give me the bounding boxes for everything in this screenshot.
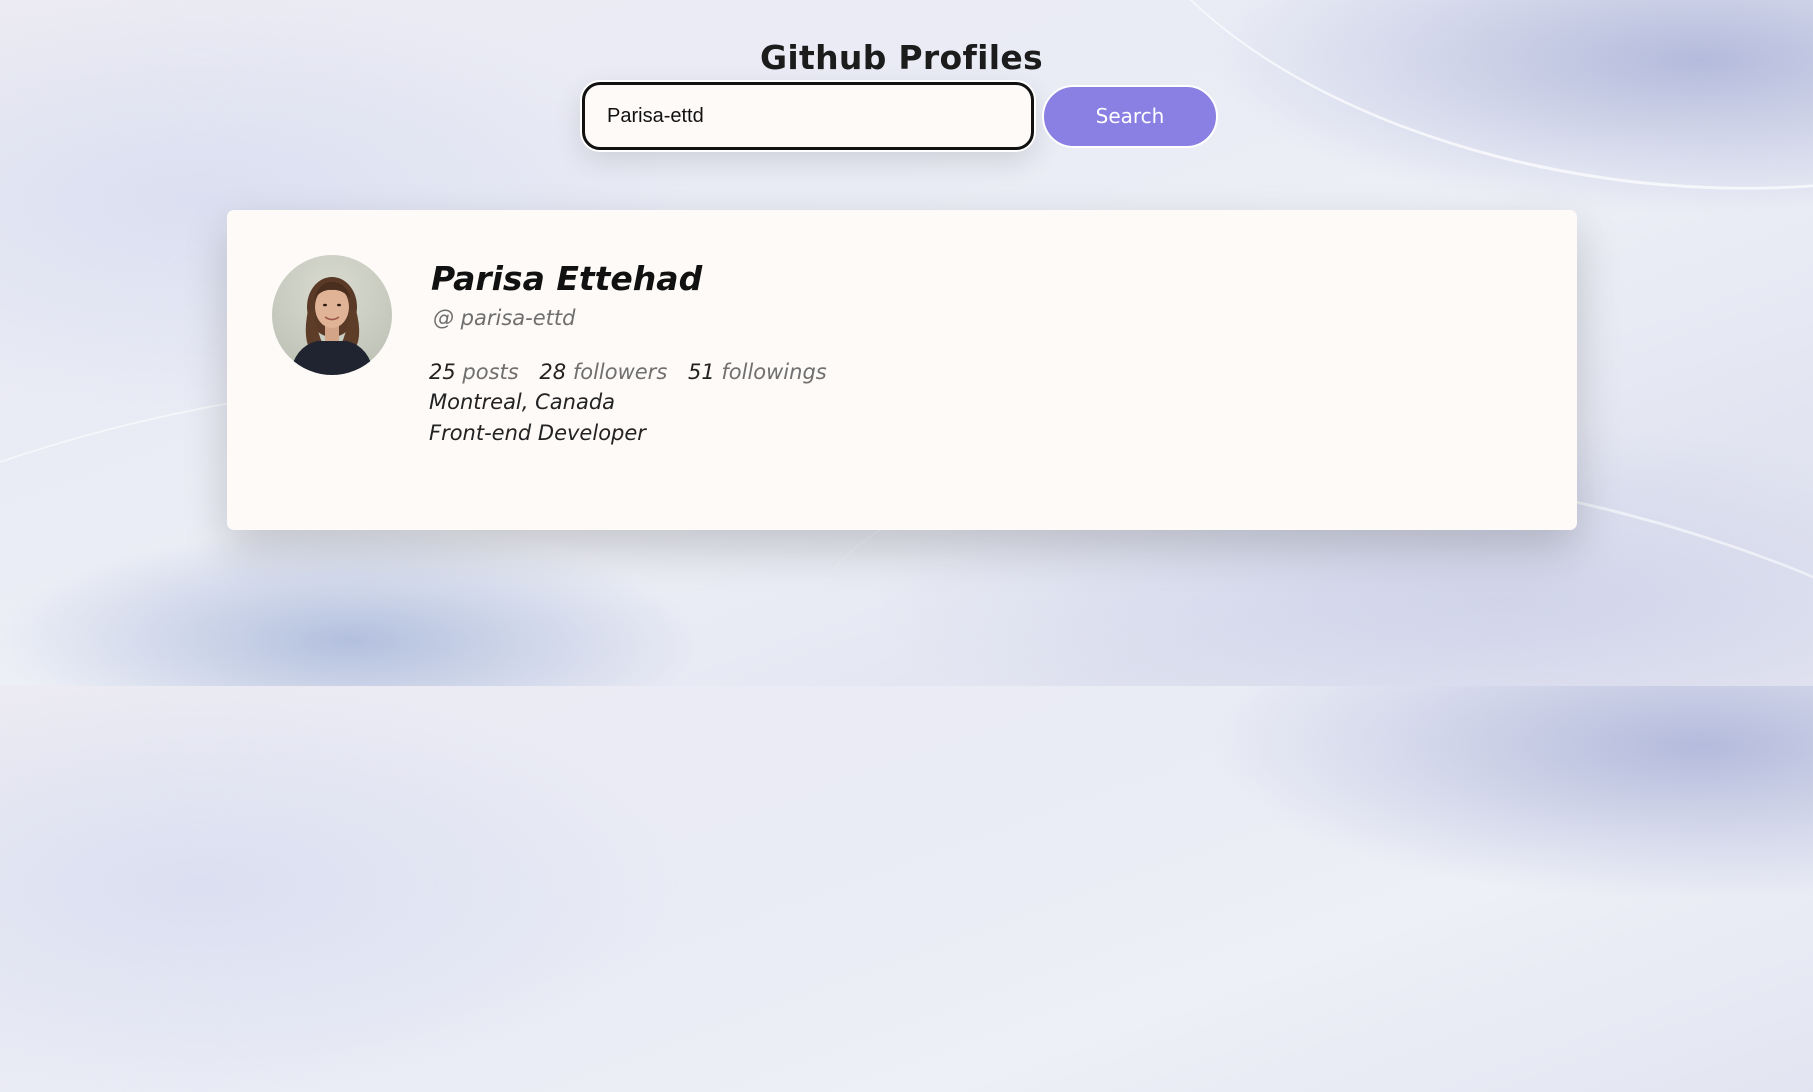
followings-count: 51 [687,360,715,384]
followings-label: followings [721,360,827,384]
followers-label: followers [572,360,668,384]
profile-card: Parisa Ettehad @ parisa-ettd 25 posts 28… [227,210,1577,530]
search-input[interactable] [582,82,1034,150]
profile-handle: @ parisa-ettd [433,306,576,330]
profile-bio: Front-end Developer [429,421,646,445]
profile-name: Parisa Ettehad [431,259,703,298]
avatar-image [290,277,374,375]
posts-count: 25 [429,360,456,384]
stat-followings: 51 followings [688,360,827,384]
search-bar: Search [582,82,1218,150]
stat-followers: 28 followers [539,360,667,384]
search-button[interactable]: Search [1042,84,1218,148]
posts-label: posts [462,360,519,384]
profile-info: Parisa Ettehad @ parisa-ettd 25 posts 28… [429,255,841,449]
profile-location: Montreal, Canada [429,390,616,414]
avatar [272,255,392,375]
profile-stats: 25 posts 28 followers 51 followings [429,357,841,387]
page-title: Github Profiles [760,38,1043,78]
stat-posts: 25 posts [429,360,519,384]
followers-count: 28 [539,360,567,384]
